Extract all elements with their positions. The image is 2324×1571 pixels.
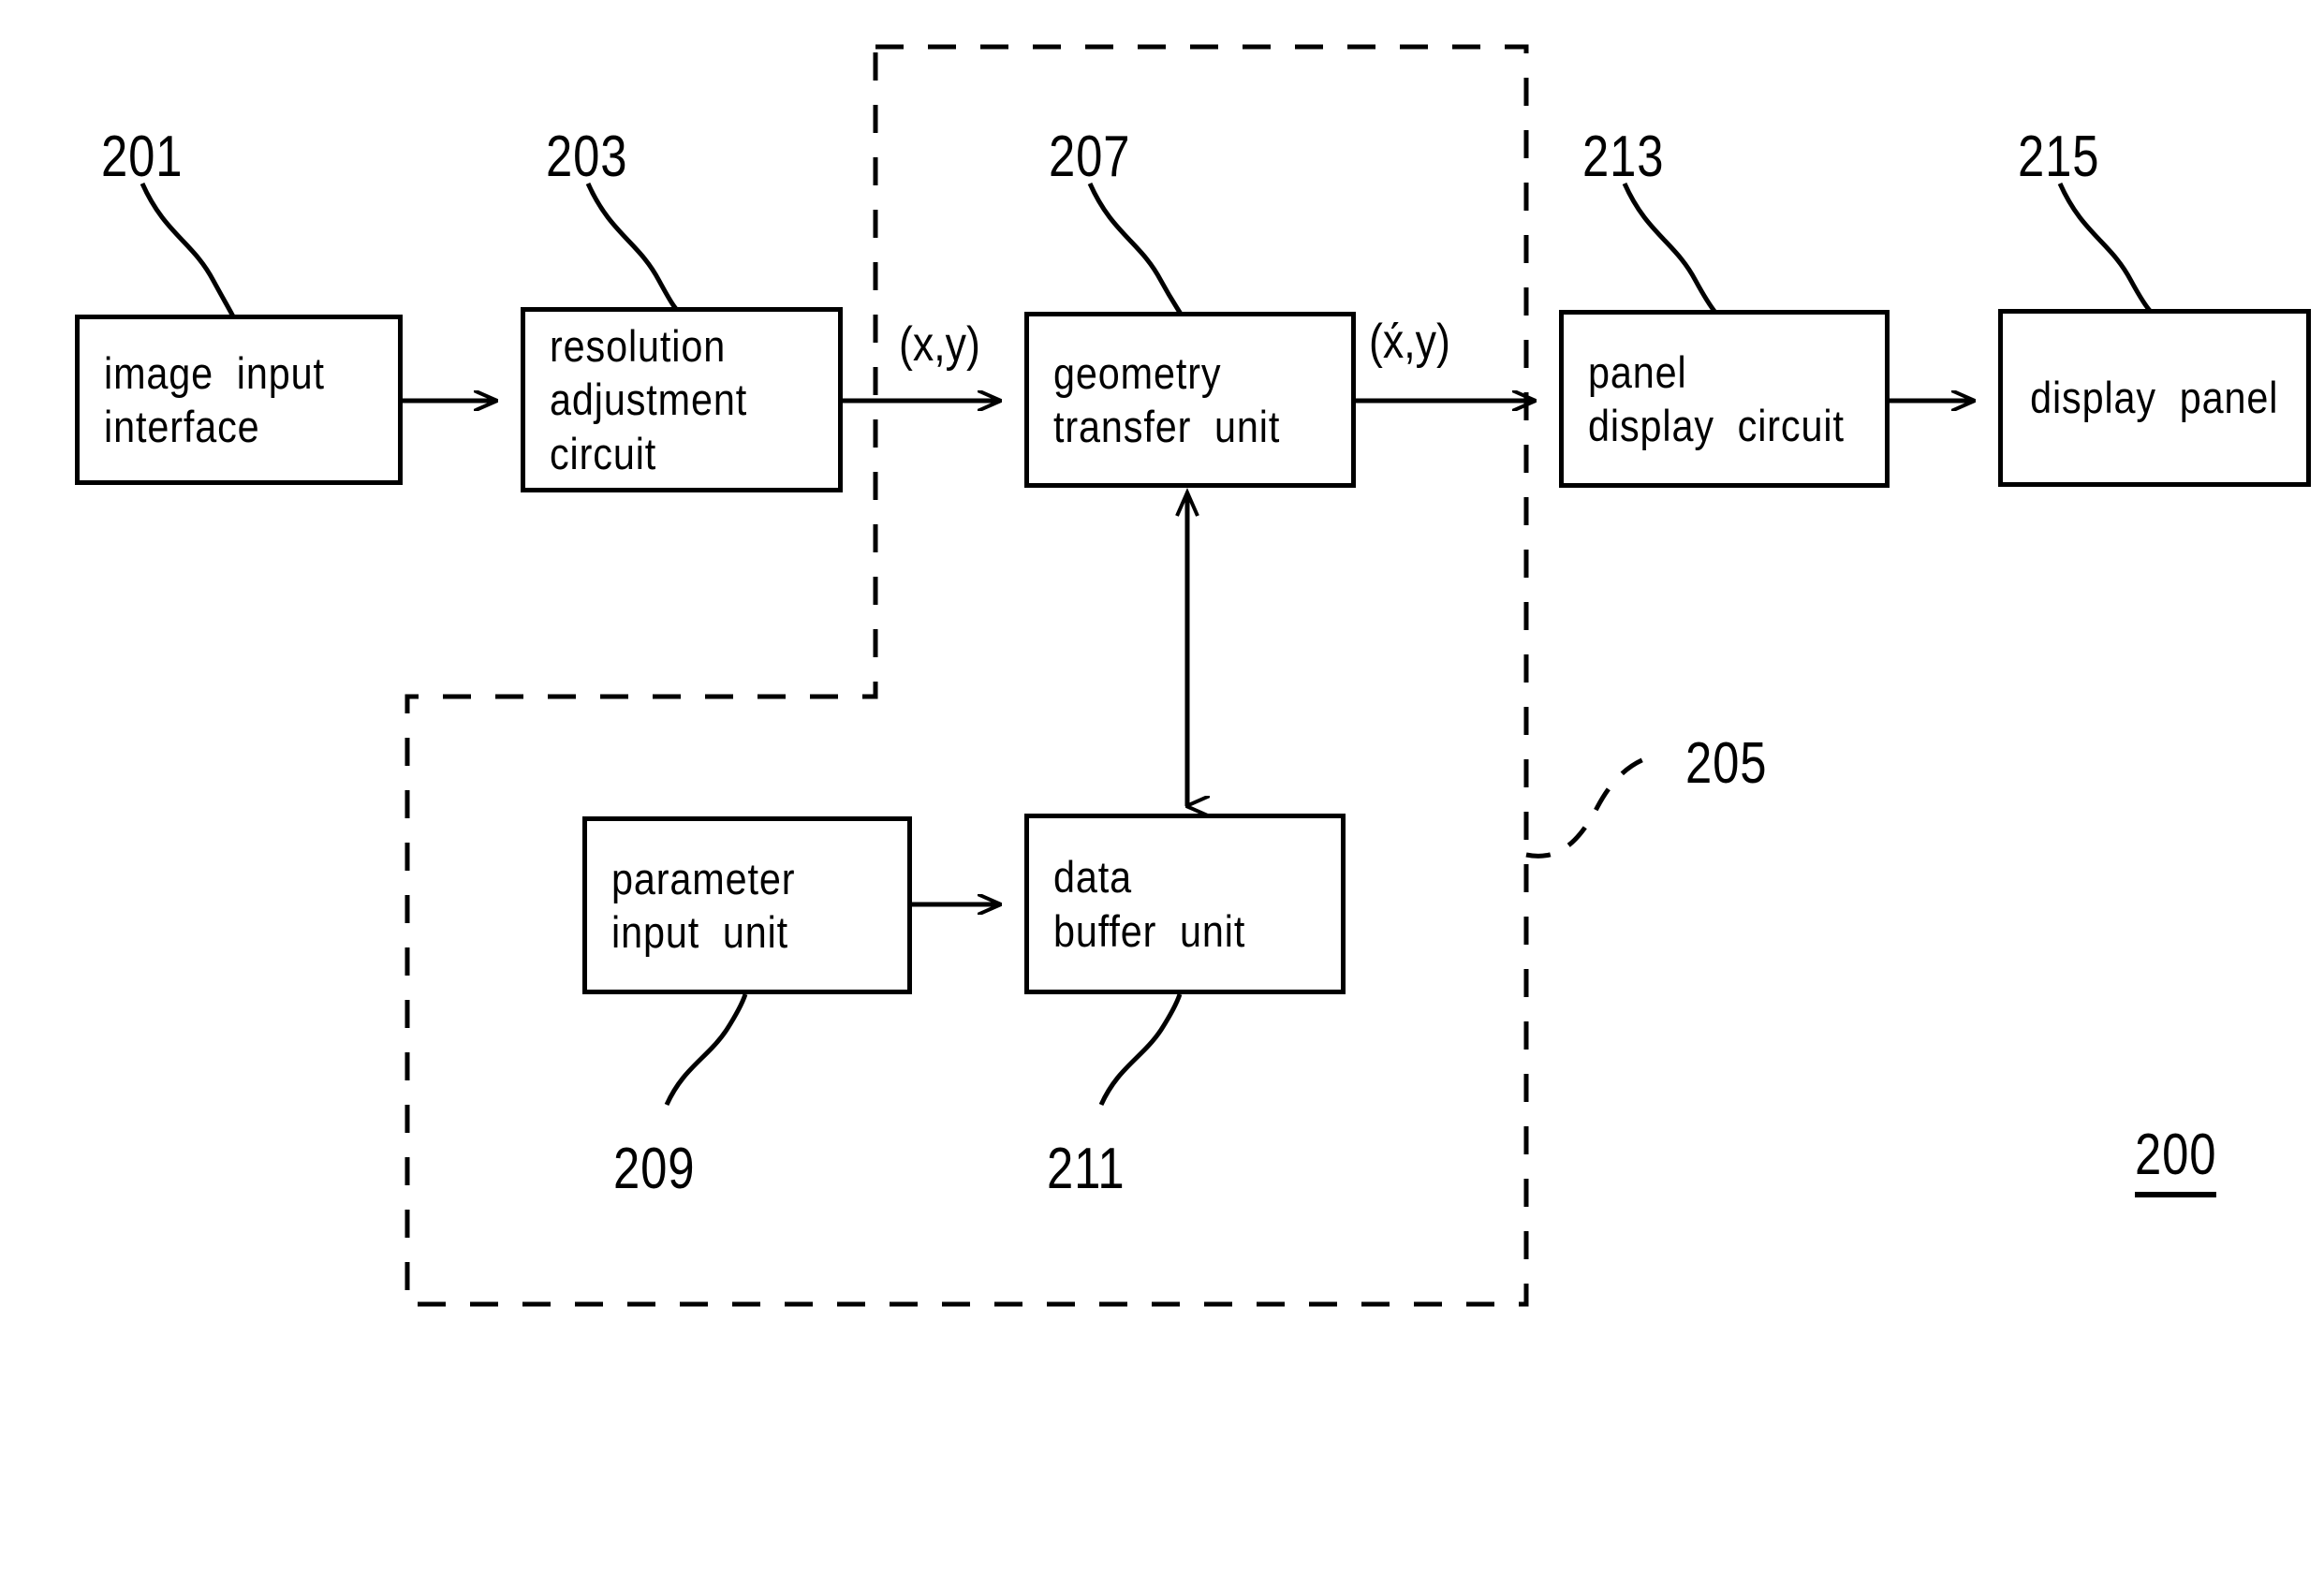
reference-numeral-203: 203 <box>546 125 628 189</box>
block-panel-display-circuit[interactable]: panel display circuit <box>1559 310 1890 488</box>
figure-number-label: 200 <box>2135 1122 2217 1197</box>
leader-209 <box>664 993 748 1107</box>
block-label-line: display circuit <box>1588 401 1845 450</box>
block-label-line: resolution <box>550 321 727 371</box>
block-label-line: input unit <box>611 907 789 957</box>
block-parameter-input-unit[interactable]: parameter input unit <box>582 816 912 994</box>
reference-numeral-209: 209 <box>613 1137 696 1201</box>
block-label-line: interface <box>104 402 260 451</box>
block-label-line: image input <box>104 347 325 398</box>
block-label-line: panel <box>1588 346 1687 397</box>
block-label-line: geometry <box>1053 347 1222 398</box>
block-display-panel[interactable]: display panel <box>1998 309 2311 487</box>
dashed-group-boundary <box>404 44 1529 1307</box>
reference-numeral-201: 201 <box>101 125 184 189</box>
block-label-line: circuit <box>550 428 657 478</box>
reference-numeral-205: 205 <box>1685 731 1768 796</box>
leader-211 <box>1098 993 1183 1107</box>
block-label-line: buffer unit <box>1053 905 1246 956</box>
block-label-line: display panel <box>2030 373 2279 423</box>
leader-215 <box>2057 182 2154 315</box>
reference-numeral-215: 215 <box>2018 125 2100 189</box>
block-geometry-transfer-unit[interactable]: geometry transfer unit <box>1024 312 1356 488</box>
block-label-line: parameter <box>611 853 796 903</box>
leader-213 <box>1622 182 1718 316</box>
leader-207 <box>1087 182 1184 317</box>
leader-201 <box>140 182 237 320</box>
leader-205 <box>1525 752 1660 859</box>
block-resolution-adjustment-circuit[interactable]: resolution adjustment circuit <box>521 307 843 492</box>
signal-label-xprime-y: (x́,y) <box>1369 315 1450 369</box>
reference-numeral-211: 211 <box>1047 1137 1125 1201</box>
block-label-line: data <box>1053 852 1133 903</box>
block-image-input-interface[interactable]: image input interface <box>75 315 403 485</box>
leader-203 <box>585 182 682 315</box>
block-data-buffer-unit[interactable]: data buffer unit <box>1024 814 1346 994</box>
reference-numeral-207: 207 <box>1049 125 1131 189</box>
reference-numeral-213: 213 <box>1582 125 1665 189</box>
block-label-line: adjustment <box>550 374 748 425</box>
connector-layer <box>140 44 2154 1307</box>
signal-label-xy: (x,y) <box>899 317 980 372</box>
block-label-line: transfer unit <box>1053 402 1281 451</box>
figure-canvas: image input interface resolution adjustm… <box>0 0 2324 1571</box>
